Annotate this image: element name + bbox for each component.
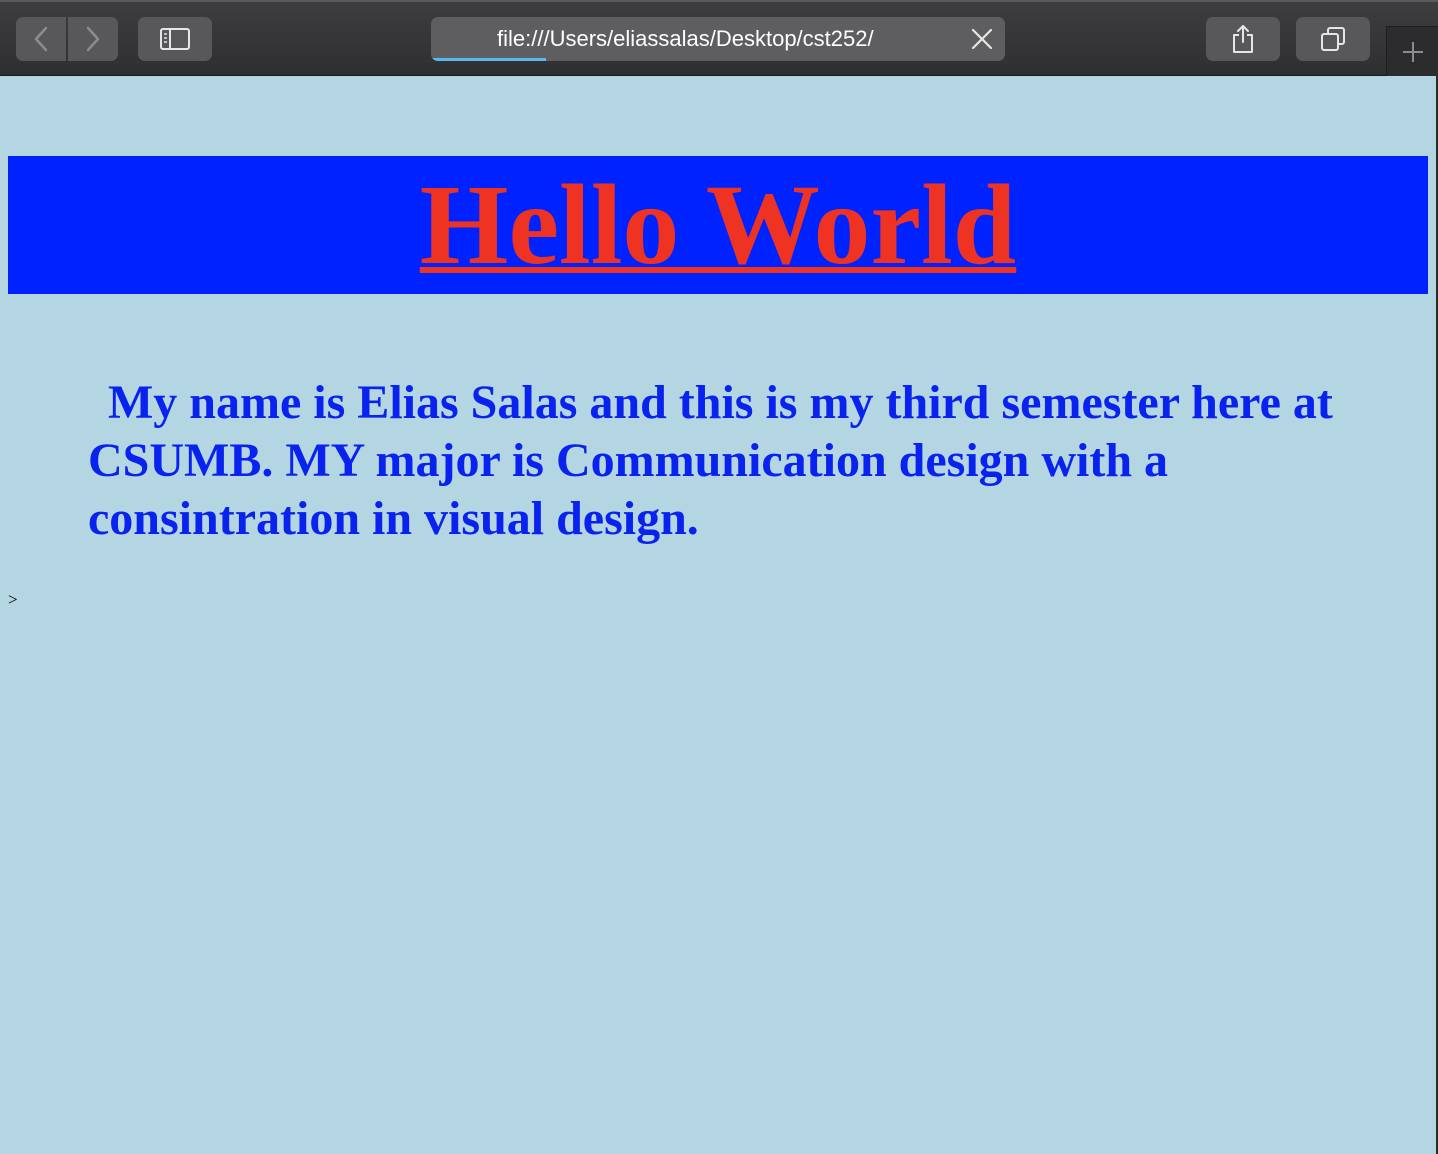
page-load-progress-bar — [431, 58, 546, 61]
sidebar-toggle-button[interactable] — [138, 17, 212, 61]
share-button[interactable] — [1206, 17, 1280, 61]
address-bar[interactable]: file:///Users/eliassalas/Desktop/cst252/ — [431, 17, 1005, 61]
intro-paragraph: My name is Elias Salas and this is my th… — [88, 376, 1333, 545]
forward-button[interactable] — [68, 17, 118, 61]
close-icon[interactable] — [969, 26, 995, 52]
chevron-right-icon — [86, 26, 100, 52]
stray-text: > — [8, 590, 18, 609]
share-icon — [1233, 25, 1253, 53]
plus-icon — [1402, 41, 1423, 62]
address-url[interactable]: file:///Users/eliassalas/Desktop/cst252/ — [497, 17, 943, 61]
chevron-left-icon — [34, 26, 48, 52]
page-content: Hello World My name is Elias Salas and t… — [0, 76, 1438, 1154]
sidebar-icon — [160, 28, 190, 50]
browser-toolbar: file:///Users/eliassalas/Desktop/cst252/ — [0, 0, 1438, 76]
tabs-overview-icon — [1321, 27, 1345, 51]
tab-overview-button[interactable] — [1296, 17, 1370, 61]
page-heading: Hello World — [419, 161, 1017, 288]
new-tab-button[interactable] — [1386, 26, 1438, 76]
heading-band: Hello World — [8, 156, 1428, 294]
back-button[interactable] — [16, 17, 66, 61]
